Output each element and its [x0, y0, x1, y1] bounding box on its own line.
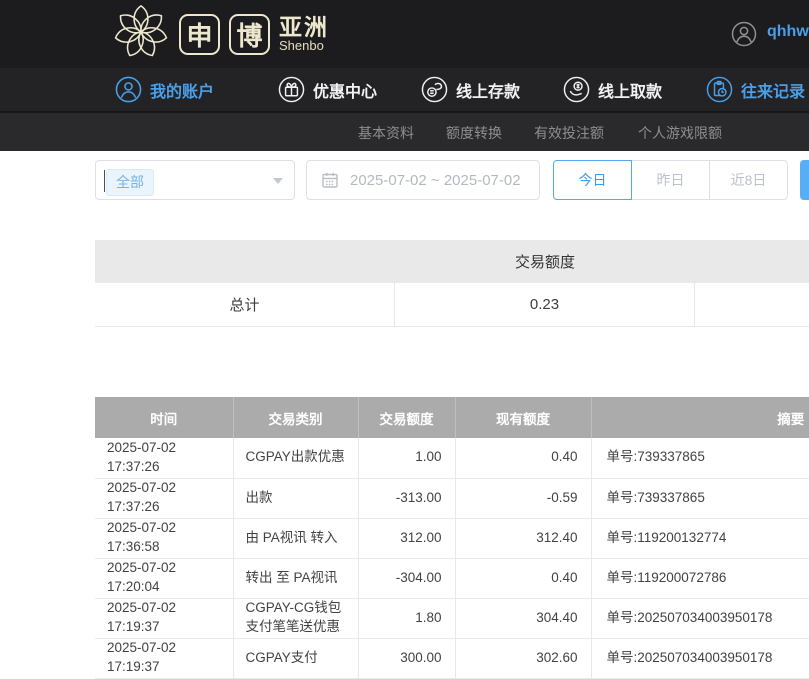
- col-header-type: 交易类别: [233, 397, 358, 438]
- flower-logo-icon: [112, 3, 170, 66]
- nav-item-label: 我的账户: [150, 78, 214, 102]
- table-row: 2025-07-02 17:37:26 出款 -313.00 -0.59 单号:…: [95, 478, 809, 518]
- col-header-amount: 交易额度: [358, 397, 455, 438]
- table-row: 2025-07-02 17:20:04 转出 至 PA视讯 -304.00 0.…: [95, 558, 809, 598]
- calendar-icon: [321, 171, 339, 189]
- table-row: 2025-07-02 17:36:58 由 PA视讯 转入 312.00 312…: [95, 518, 809, 558]
- nav-item-deposit[interactable]: 线上存款: [421, 68, 520, 111]
- yesterday-button[interactable]: 昨日: [631, 160, 710, 200]
- cell-summary: 单号:202507034003950178: [591, 638, 809, 678]
- table-row: 2025-07-02 17:37:26 CGPAY出款优惠 1.00 0.40 …: [95, 438, 809, 478]
- user-avatar-icon[interactable]: [731, 21, 757, 47]
- cell-type: 出款: [233, 478, 358, 518]
- deposit-icon: [421, 76, 448, 103]
- sub-nav: 基本资料 额度转换 有效投注额 个人游戏限额: [0, 111, 809, 151]
- date-range-value: 2025-07-02 ~ 2025-07-02: [350, 172, 521, 189]
- cell-summary: 单号:119200132774: [591, 518, 809, 558]
- cell-summary: 单号:739337865: [591, 478, 809, 518]
- cell-type: CGPAY支付: [233, 638, 358, 678]
- cell-balance: 302.60: [455, 638, 591, 678]
- summary-total-row: 总计 0.23: [95, 283, 809, 327]
- quick-date-buttons: 今日 昨日 近8日: [553, 160, 788, 200]
- summary-header-row: 交易额度: [95, 240, 809, 283]
- nav-item-label: 往来记录: [741, 78, 805, 102]
- cell-balance: 0.40: [455, 558, 591, 598]
- summary-empty-cell: [695, 283, 809, 326]
- today-button[interactable]: 今日: [553, 160, 632, 200]
- col-header-summary: 摘要: [591, 397, 809, 438]
- selected-type-chip[interactable]: 全部: [106, 169, 154, 196]
- cell-time: 2025-07-02 17:20:04: [95, 558, 233, 598]
- nav-item-my-account[interactable]: 我的账户: [115, 68, 214, 111]
- main-nav: 我的账户 优惠中心: [0, 68, 809, 111]
- subnav-item-credit-transfer[interactable]: 额度转换: [446, 113, 502, 153]
- brand-logo[interactable]: 申 博 亚洲 Shenbo: [112, 4, 329, 64]
- cell-amount: -304.00: [358, 558, 455, 598]
- transaction-type-select[interactable]: 全部: [95, 160, 295, 200]
- nav-item-label: 线上存款: [456, 78, 520, 102]
- cell-type: 由 PA视讯 转入: [233, 518, 358, 558]
- logo-region-text: 亚洲: [279, 15, 329, 39]
- cell-time: 2025-07-02 17:37:26: [95, 478, 233, 518]
- subnav-item-game-limits[interactable]: 个人游戏限额: [638, 113, 722, 153]
- nav-item-records[interactable]: 往来记录: [706, 68, 805, 111]
- summary-total-value: 0.23: [395, 283, 695, 326]
- cell-summary: 单号:202507034003950178: [591, 598, 809, 638]
- summary-table: 交易额度 总计 0.23: [95, 240, 809, 327]
- username-text[interactable]: qhhw: [767, 23, 809, 41]
- transactions-table: 时间 交易类别 交易额度 现有额度 摘要 2025-07-02 17:37:26…: [95, 397, 809, 679]
- nav-item-label: 优惠中心: [313, 78, 377, 102]
- subnav-item-basic-info[interactable]: 基本资料: [358, 113, 414, 153]
- top-header: 申 博 亚洲 Shenbo qhhw: [0, 0, 809, 68]
- cell-time: 2025-07-02 17:37:26: [95, 438, 233, 478]
- last-8-days-button[interactable]: 近8日: [709, 160, 788, 200]
- cell-type: CGPAY-CG钱包支付笔笔送优惠: [233, 598, 358, 638]
- cell-balance: 304.40: [455, 598, 591, 638]
- cell-type: CGPAY出款优惠: [233, 438, 358, 478]
- cell-amount: 1.00: [358, 438, 455, 478]
- table-row: 2025-07-02 17:19:37 CGPAY-CG钱包支付笔笔送优惠 1.…: [95, 598, 809, 638]
- table-row: 2025-07-02 17:19:37 CGPAY支付 300.00 302.6…: [95, 638, 809, 678]
- cell-time: 2025-07-02 17:19:37: [95, 638, 233, 678]
- cell-amount: -313.00: [358, 478, 455, 518]
- col-header-time: 时间: [95, 397, 233, 438]
- nav-item-promotions[interactable]: 优惠中心: [278, 68, 377, 111]
- search-button[interactable]: [800, 160, 809, 200]
- logo-brand-text: Shenbo: [279, 39, 329, 53]
- logo-char-shen: 申: [179, 14, 220, 55]
- chevron-down-icon: [273, 178, 283, 184]
- gift-icon: [278, 76, 305, 103]
- cell-balance: -0.59: [455, 478, 591, 518]
- cell-balance: 312.40: [455, 518, 591, 558]
- date-range-input[interactable]: 2025-07-02 ~ 2025-07-02: [306, 160, 540, 200]
- summary-header-amount: 交易额度: [395, 240, 695, 283]
- cell-balance: 0.40: [455, 438, 591, 478]
- subnav-item-valid-bets[interactable]: 有效投注额: [534, 113, 604, 153]
- cell-summary: 单号:119200072786: [591, 558, 809, 598]
- transactions-header-row: 时间 交易类别 交易额度 现有额度 摘要: [95, 397, 809, 438]
- nav-item-label: 线上取款: [598, 78, 662, 102]
- cell-amount: 1.80: [358, 598, 455, 638]
- cell-type: 转出 至 PA视讯: [233, 558, 358, 598]
- col-header-balance: 现有额度: [455, 397, 591, 438]
- records-icon: [706, 76, 733, 103]
- cell-time: 2025-07-02 17:19:37: [95, 598, 233, 638]
- cell-amount: 312.00: [358, 518, 455, 558]
- logo-char-bo: 博: [229, 14, 270, 55]
- page: 申 博 亚洲 Shenbo qhhw 我的账户: [0, 0, 809, 679]
- text-cursor: [104, 170, 105, 192]
- nav-item-withdraw[interactable]: 线上取款: [563, 68, 662, 111]
- cell-time: 2025-07-02 17:36:58: [95, 518, 233, 558]
- cell-amount: 300.00: [358, 638, 455, 678]
- summary-header-spacer: [95, 240, 395, 283]
- summary-total-label: 总计: [95, 283, 395, 326]
- withdraw-icon: [563, 76, 590, 103]
- user-icon: [115, 76, 142, 103]
- summary-header-spacer: [695, 240, 809, 283]
- cell-summary: 单号:739337865: [591, 438, 809, 478]
